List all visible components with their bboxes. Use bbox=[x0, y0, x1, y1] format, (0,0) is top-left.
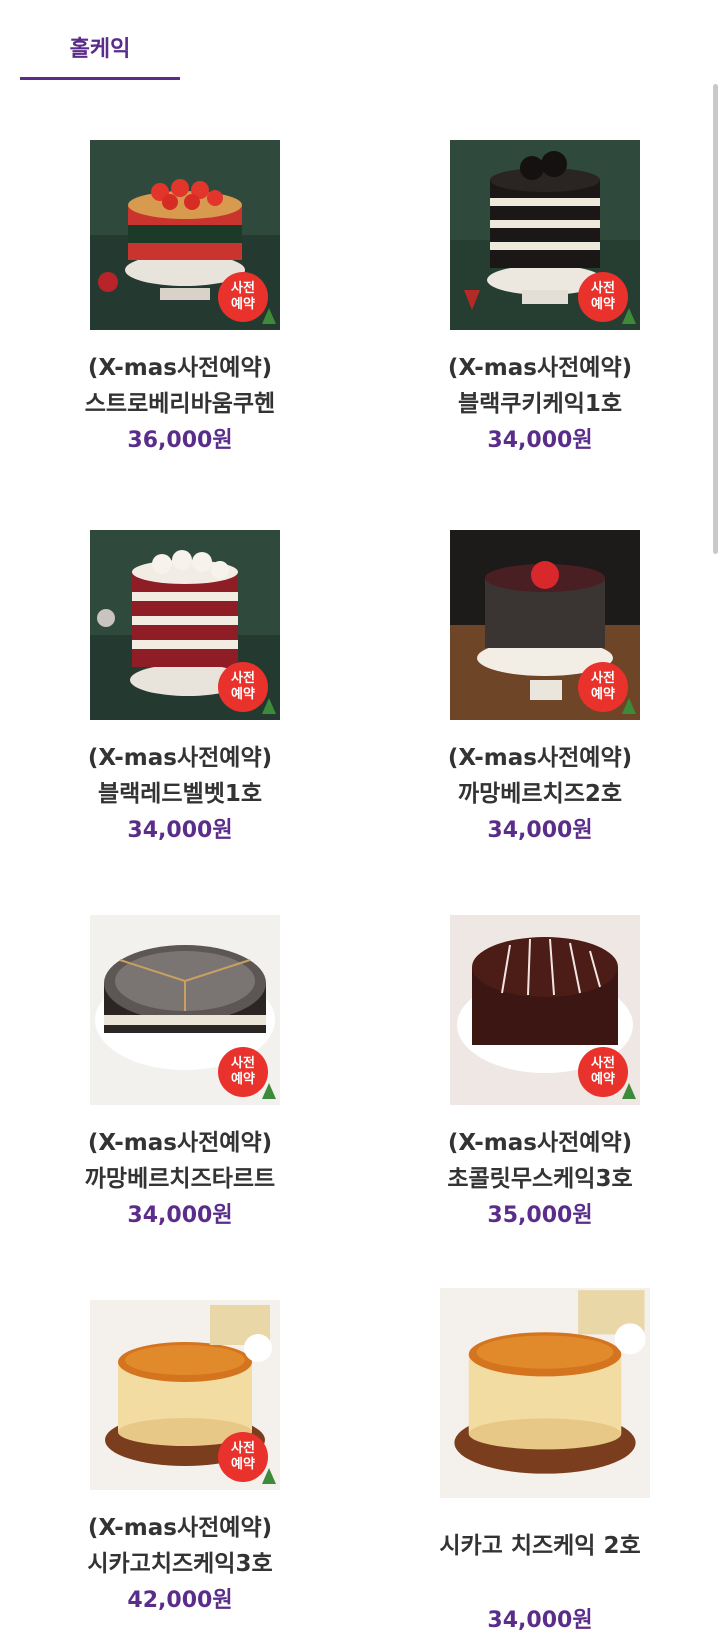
product-card[interactable]: 사전 예약 (X-mas사전예약) 까망베르치즈타르트 34,000원 bbox=[30, 915, 330, 1255]
product-price: 35,000원 bbox=[487, 1203, 593, 1228]
product-image[interactable]: 사전 예약 bbox=[450, 530, 640, 720]
product-image[interactable]: 사전 예약 bbox=[450, 915, 640, 1105]
product-price: 34,000원 bbox=[127, 1203, 233, 1228]
product-image[interactable]: 사전 예약 bbox=[90, 530, 280, 720]
product-card[interactable]: 사전 예약 (X-mas사전예약) 시카고치즈케익3호 42,000원 bbox=[30, 1300, 330, 1640]
preorder-badge: 사전 예약 bbox=[218, 1432, 268, 1482]
product-price: 34,000원 bbox=[127, 818, 233, 843]
product-name[interactable]: (X-mas사전예약) 까망베르치즈2호 bbox=[390, 740, 690, 812]
product-price: 34,000원 bbox=[487, 1608, 593, 1633]
tree-icon bbox=[622, 698, 636, 714]
preorder-badge: 사전 예약 bbox=[218, 1047, 268, 1097]
product-image[interactable]: 사전 예약 bbox=[90, 1300, 280, 1490]
product-name[interactable]: (X-mas사전예약) 시카고치즈케익3호 bbox=[30, 1510, 330, 1582]
product-card[interactable]: 사전 예약 (X-mas사전예약) 초콜릿무스케익3호 35,000원 bbox=[390, 915, 690, 1255]
product-image[interactable]: 사전 예약 bbox=[90, 140, 280, 330]
product-name[interactable]: (X-mas사전예약) 블랙쿠키케익1호 bbox=[390, 350, 690, 422]
product-price: 42,000원 bbox=[127, 1588, 233, 1613]
product-card[interactable]: 사전 예약 (X-mas사전예약) 블랙레드벨벳1호 34,000원 bbox=[30, 530, 330, 870]
product-name[interactable]: (X-mas사전예약) 스트로베리바움쿠헨 bbox=[30, 350, 330, 422]
product-name[interactable]: (X-mas사전예약) 초콜릿무스케익3호 bbox=[390, 1125, 690, 1197]
product-name[interactable]: (X-mas사전예약) 까망베르치즈타르트 bbox=[30, 1125, 330, 1197]
preorder-badge: 사전 예약 bbox=[578, 1047, 628, 1097]
product-price: 36,000원 bbox=[127, 428, 233, 453]
product-image[interactable] bbox=[440, 1288, 650, 1498]
product-image[interactable]: 사전 예약 bbox=[450, 140, 640, 330]
product-name[interactable]: 시카고 치즈케익 2호 bbox=[390, 1528, 690, 1564]
tree-icon bbox=[622, 308, 636, 324]
product-price: 34,000원 bbox=[487, 428, 593, 453]
preorder-badge: 사전 예약 bbox=[578, 272, 628, 322]
product-price: 34,000원 bbox=[487, 818, 593, 843]
preorder-badge: 사전 예약 bbox=[218, 272, 268, 322]
product-card[interactable]: 사전 예약 (X-mas사전예약) 스트로베리바움쿠헨 36,000원 bbox=[30, 140, 330, 480]
preorder-badge: 사전 예약 bbox=[578, 662, 628, 712]
preorder-badge: 사전 예약 bbox=[218, 662, 268, 712]
product-card[interactable]: 시카고 치즈케익 2호 34,000원 bbox=[390, 1288, 690, 1640]
tree-icon bbox=[262, 1468, 276, 1484]
product-image[interactable]: 사전 예약 bbox=[90, 915, 280, 1105]
product-card[interactable]: 사전 예약 (X-mas사전예약) 블랙쿠키케익1호 34,000원 bbox=[390, 140, 690, 480]
tree-icon bbox=[262, 1083, 276, 1099]
product-name[interactable]: (X-mas사전예약) 블랙레드벨벳1호 bbox=[30, 740, 330, 812]
tree-icon bbox=[262, 698, 276, 714]
product-card[interactable]: 사전 예약 (X-mas사전예약) 까망베르치즈2호 34,000원 bbox=[390, 530, 690, 870]
tree-icon bbox=[262, 308, 276, 324]
tree-icon bbox=[622, 1083, 636, 1099]
product-grid: 사전 예약 (X-mas사전예약) 스트로베리바움쿠헨 36,000원 사전 예… bbox=[0, 0, 720, 1652]
